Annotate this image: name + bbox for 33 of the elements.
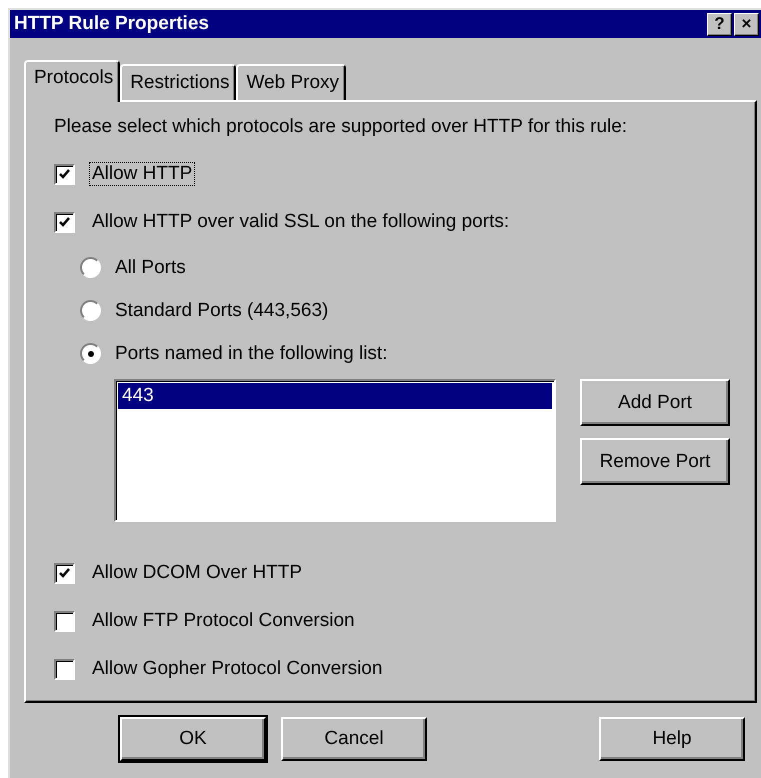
checkbox[interactable] xyxy=(54,212,75,232)
add-port-button[interactable]: Add Port xyxy=(580,379,730,426)
checkbox[interactable] xyxy=(54,658,75,680)
checkmark-icon xyxy=(58,566,71,580)
checkbox[interactable] xyxy=(54,562,75,584)
checkbox[interactable] xyxy=(54,164,75,184)
cancel-button[interactable]: Cancel xyxy=(281,717,427,761)
checkbox-label[interactable]: Allow HTTP xyxy=(89,162,196,186)
window-title: HTTP Rule Properties xyxy=(14,13,210,35)
help-button[interactable]: Help xyxy=(599,717,745,761)
close-button[interactable]: × xyxy=(734,12,759,36)
radio-label[interactable]: All Ports xyxy=(115,256,186,278)
radio-button[interactable] xyxy=(80,257,101,278)
help-button[interactable]: ? xyxy=(707,12,732,36)
checkbox-label[interactable]: Allow Gopher Protocol Conversion xyxy=(89,657,386,681)
radio-button[interactable] xyxy=(80,343,101,364)
ok-button[interactable]: OK xyxy=(120,717,266,761)
checkmark-icon xyxy=(58,216,71,228)
radio-button[interactable] xyxy=(80,300,101,321)
checkbox-label[interactable]: Allow DCOM Over HTTP xyxy=(89,561,306,585)
tab[interactable]: Web Proxy xyxy=(236,64,346,100)
radio-label[interactable]: Ports named in the following list: xyxy=(115,342,388,364)
tab[interactable]: Protocols xyxy=(24,60,120,102)
tab[interactable]: Restrictions xyxy=(120,64,236,100)
checkbox-label[interactable]: Allow FTP Protocol Conversion xyxy=(89,609,358,633)
instruction-text: Please select which protocols are supported over HTTP for this rule: xyxy=(54,116,628,139)
remove-port-button[interactable]: Remove Port xyxy=(580,438,730,485)
list-item[interactable]: 443 xyxy=(118,383,552,409)
checkbox-label[interactable]: Allow HTTP over valid SSL on the following ports: xyxy=(89,210,512,234)
port-list[interactable]: 443 xyxy=(114,379,556,522)
checkbox[interactable] xyxy=(54,610,75,632)
radio-label[interactable]: Standard Ports (443,563) xyxy=(115,300,328,322)
checkmark-icon xyxy=(58,168,71,180)
